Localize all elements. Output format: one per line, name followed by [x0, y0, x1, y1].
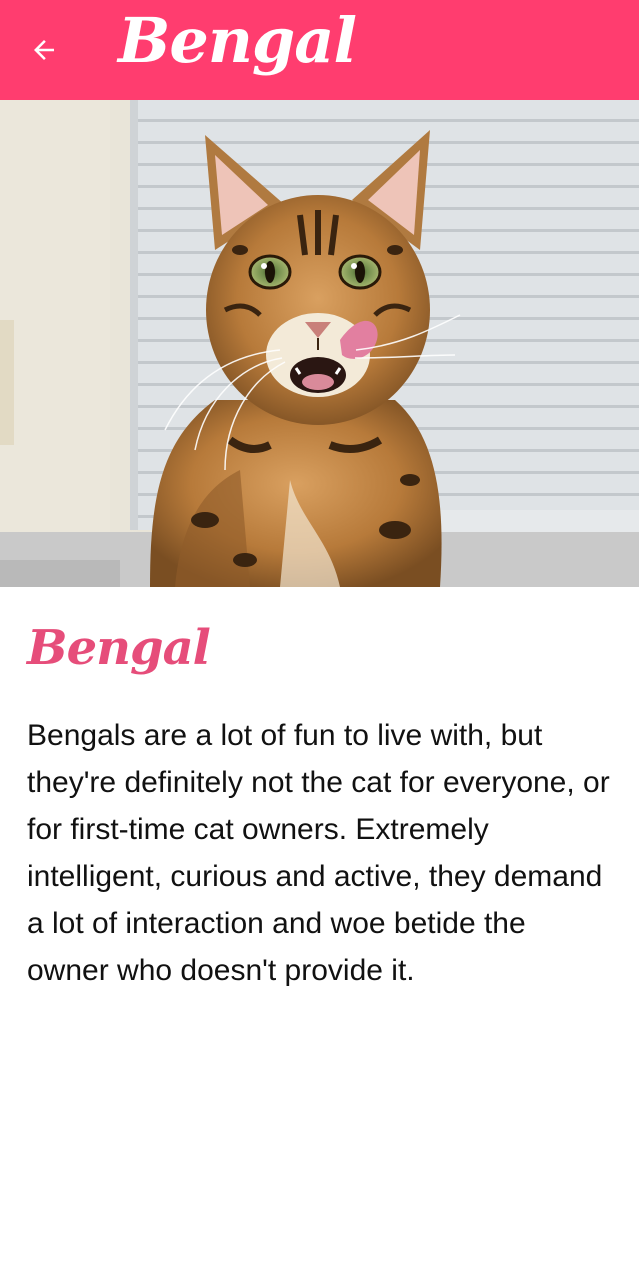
app-bar: Bengal [0, 0, 639, 100]
cat-illustration [0, 100, 639, 587]
bengal-cat-photo [0, 100, 639, 587]
app-bar-title: Bengal [118, 4, 357, 77]
breed-content: Bengal Bengals are a lot of fun to live … [27, 620, 612, 994]
back-button[interactable] [24, 30, 64, 70]
breed-heading: Bengal [27, 620, 211, 676]
arrow-left-icon [34, 40, 54, 60]
breed-description: Bengals are a lot of fun to live with, b… [27, 718, 610, 987]
